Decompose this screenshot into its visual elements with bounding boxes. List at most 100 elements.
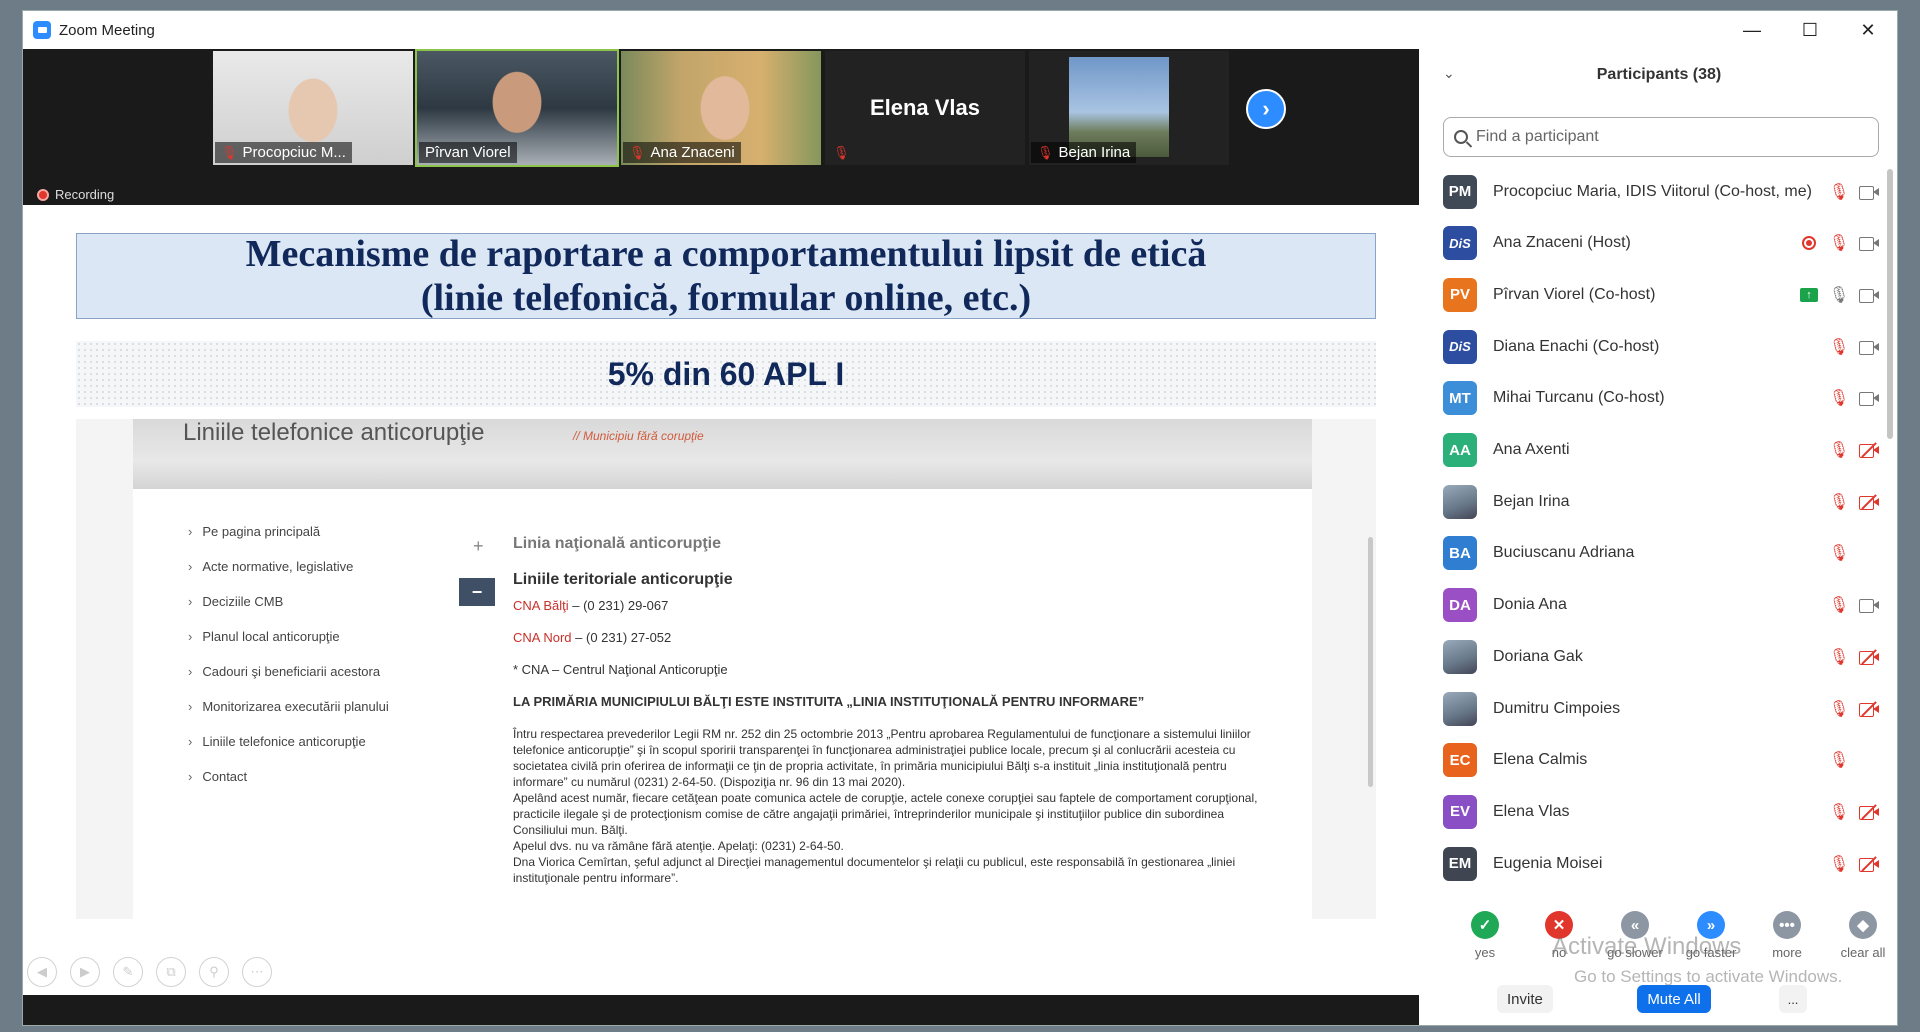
mic-muted-icon: 🎙︎ xyxy=(833,145,850,160)
participant-row[interactable]: Bejan Irina 🎙︎ xyxy=(1419,476,1879,527)
avatar: DA xyxy=(1443,588,1477,623)
avatar xyxy=(1443,691,1477,726)
participant-status-icons: 🎙︎ xyxy=(1799,233,1879,253)
participant-list: PM Procopciuc Maria, IDIS Viitorul (Co-ho… xyxy=(1419,166,1879,912)
participant-name: Buciuscanu Adriana xyxy=(1493,544,1635,562)
avatar: DiS xyxy=(1443,226,1477,261)
participant-name: Bejan Irina xyxy=(1493,492,1570,510)
website-header-title: Liniile telefonice anticorupţie xyxy=(183,419,485,446)
annotation-toolbar: ◀ ▶ ✎ ⧉ ⚲ ⋯ xyxy=(27,957,272,987)
paragraph-1: Întru respectarea prevederilor Legii RM … xyxy=(513,727,1251,789)
mic-muted-icon: 🎙︎ xyxy=(1828,803,1850,821)
prev-icon[interactable]: ◀ xyxy=(27,957,57,987)
invite-button[interactable]: Invite xyxy=(1497,985,1553,1013)
participant-row[interactable]: DA Donia Ana 🎙︎ xyxy=(1419,580,1879,631)
participant-name: Diana Enachi (Co-host) xyxy=(1493,337,1660,355)
participant-row[interactable]: PM Procopciuc Maria, IDIS Viitorul (Co-ho… xyxy=(1419,166,1879,217)
participant-name: Mihai Turcanu (Co-host) xyxy=(1493,389,1665,407)
title-bar: Zoom Meeting — ☐ ✕ xyxy=(23,11,1897,49)
zoom-icon[interactable]: ⚲ xyxy=(199,957,229,987)
video-tile[interactable]: 🎙︎ Bejan Irina xyxy=(1029,51,1229,165)
reaction-yes-button[interactable]: ✓ yes xyxy=(1447,911,1523,960)
mic-muted-icon: 🎙︎ xyxy=(629,144,646,160)
pen-icon[interactable]: ✎ xyxy=(113,957,143,987)
video-tile[interactable]: 🎙︎ Procopciuc M... xyxy=(213,51,413,165)
recording-icon xyxy=(1799,233,1819,253)
avatar xyxy=(1443,484,1477,519)
camera-off-icon xyxy=(1859,492,1879,512)
website-page: Liniile telefonice anticorupţie // Munic… xyxy=(133,419,1312,919)
bold-heading: LA PRIMĂRIA MUNICIPIULUI BĂLŢI ESTE INST… xyxy=(513,694,1145,709)
avatar: AA xyxy=(1443,433,1477,467)
meeting-bottom-bar xyxy=(23,995,1419,1025)
tile-name-label: 🎙︎ Bejan Irina xyxy=(1031,142,1137,163)
participant-name: Ana Axenti xyxy=(1493,441,1570,458)
window-controls: — ☐ ✕ xyxy=(1723,11,1897,49)
tile-name-label: 🎙︎ xyxy=(827,143,856,163)
website-content: Linia naţională anticorupţie Liniile ter… xyxy=(513,536,1273,886)
participant-name: Doriana Gak xyxy=(1493,647,1583,665)
camera-icon xyxy=(1859,595,1879,615)
close-button[interactable]: ✕ xyxy=(1839,11,1897,49)
minimize-button[interactable]: — xyxy=(1723,11,1781,49)
search-input[interactable] xyxy=(1476,128,1856,146)
reaction-clear-all-button[interactable]: ◆ clear all xyxy=(1825,911,1897,960)
tile-name: Bejan Irina xyxy=(1058,144,1131,161)
camera-icon xyxy=(1859,233,1879,253)
paragraph-2: Apelând acest număr, fiecare cetăţean po… xyxy=(513,791,1258,837)
next-icon[interactable]: ▶ xyxy=(70,957,100,987)
reaction-more-button[interactable]: ••• more xyxy=(1749,911,1825,960)
mic-muted-icon: 🎙︎ xyxy=(1828,648,1850,666)
participant-status-icons: 🎙︎ xyxy=(1829,543,1879,563)
participant-status-icons: 🎙︎ xyxy=(1829,595,1879,615)
avatar: EV xyxy=(1443,794,1477,829)
participant-row[interactable]: EM Eugenia Moisei 🎙︎ xyxy=(1419,838,1879,889)
maximize-button[interactable]: ☐ xyxy=(1781,11,1839,49)
cna-balti-link: CNA Bălţi xyxy=(513,598,569,613)
avatar: PM xyxy=(1443,174,1477,209)
participant-name: Dumitru Cimpoies xyxy=(1493,699,1621,717)
tile-name-label: Pîrvan Viorel xyxy=(419,142,517,163)
participant-row[interactable]: PV Pîrvan Viorel (Co-host) ↑ 🎙︎ xyxy=(1419,269,1879,320)
zoom-window: Zoom Meeting — ☐ ✕ 🎙︎ Procopciuc M... Pî… xyxy=(22,10,1898,1026)
participant-row[interactable]: Doriana Gak 🎙︎ xyxy=(1419,631,1879,682)
mic-muted-icon: 🎙︎ xyxy=(1828,183,1850,201)
recording-indicator: Recording xyxy=(37,187,114,202)
participant-search[interactable] xyxy=(1443,117,1879,157)
next-page-arrow-icon[interactable]: › xyxy=(1246,89,1286,129)
participant-row[interactable]: DiS Ana Znaceni (Host) 🎙︎ xyxy=(1419,218,1879,269)
participant-row[interactable]: EV Elena Vlas 🎙︎ xyxy=(1419,786,1879,837)
video-tile[interactable]: 🎙︎ Ana Znaceni xyxy=(621,51,821,165)
screen-share-icon: ↑ xyxy=(1799,285,1819,305)
participant-row[interactable]: AA Ana Axenti 🎙︎ xyxy=(1419,425,1879,476)
activate-windows-hint: Go to Settings to activate Windows. xyxy=(1574,967,1843,986)
cna-nord-line: CNA Nord – (0 231) 27-052 xyxy=(513,630,1273,646)
camera-placeholder xyxy=(1859,543,1879,563)
activate-windows-watermark: Activate Windows xyxy=(1552,933,1742,960)
plus-icon: + xyxy=(473,536,484,556)
participant-status-icons: 🎙︎ xyxy=(1829,440,1879,460)
participant-status-icons: 🎙︎ xyxy=(1829,802,1879,822)
cna-balti-line: CNA Bălţi – (0 231) 29-067 xyxy=(513,598,1273,614)
avatar: EC xyxy=(1443,743,1477,778)
participant-row[interactable]: Dumitru Cimpoies 🎙︎ xyxy=(1419,683,1879,734)
participant-row[interactable]: EC Elena Calmis 🎙︎ xyxy=(1419,735,1879,786)
slide-title: Mecanisme de raportare a comportamentulu… xyxy=(76,233,1376,319)
accordion-heading-territorial: Liniile teritoriale anticorupţie xyxy=(513,571,733,588)
nav-item-label: Pe pagina principală xyxy=(202,524,321,539)
participant-list-scrollbar[interactable] xyxy=(1887,169,1893,439)
tile-name: Ana Znaceni xyxy=(650,144,735,161)
copy-icon[interactable]: ⧉ xyxy=(156,957,186,987)
camera-icon xyxy=(1859,285,1879,305)
more-icon[interactable]: ⋯ xyxy=(242,957,272,987)
participant-row[interactable]: MT Mihai Turcanu (Co-host) 🎙︎ xyxy=(1419,373,1879,424)
more-options-button[interactable]: ... xyxy=(1779,985,1807,1013)
video-tile[interactable]: Elena Vlas 🎙︎ xyxy=(825,51,1025,165)
website-screenshot: Liniile telefonice anticorupţie // Munic… xyxy=(76,419,1376,919)
recording-label: Recording xyxy=(55,187,115,202)
participant-row[interactable]: BA Buciuscanu Adriana 🎙︎ xyxy=(1419,528,1879,579)
paragraph-4: Dna Viorica Cemîrtan, şeful adjunct al D… xyxy=(513,855,1236,885)
video-tile-active-speaker[interactable]: Pîrvan Viorel xyxy=(415,49,619,167)
mute-all-button[interactable]: Mute All xyxy=(1637,985,1711,1013)
participant-row[interactable]: DiS Diana Enachi (Co-host) 🎙︎ xyxy=(1419,321,1879,372)
